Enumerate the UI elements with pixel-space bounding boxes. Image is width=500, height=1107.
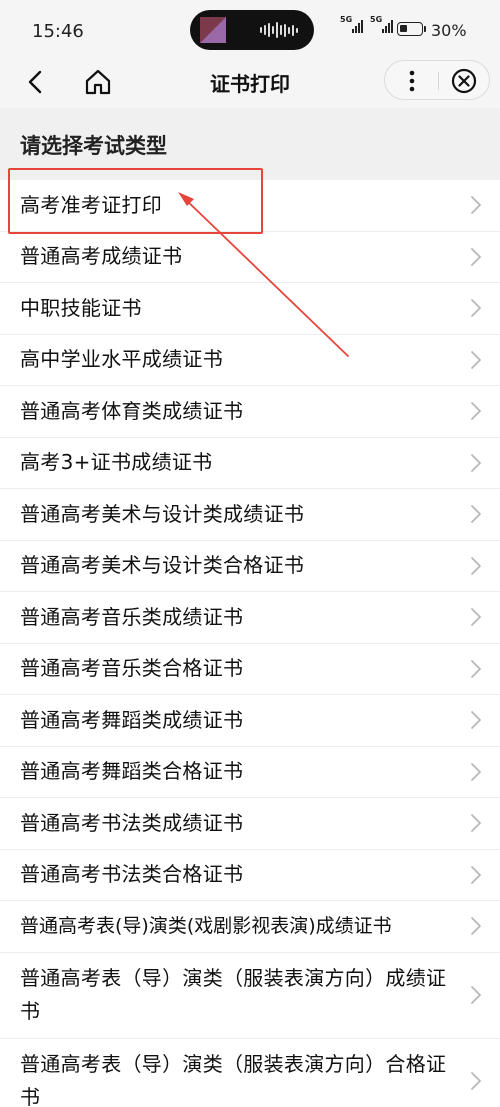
list-item[interactable]: 普通高考体育类成绩证书 [0, 386, 500, 438]
list-item-label: 高考3+证书成绩证书 [20, 450, 213, 475]
list-item-label: 普通高考表(导)演类(戏剧影视表演)成绩证书 [20, 914, 392, 937]
chevron-right-icon [471, 247, 481, 266]
list-item-gaokao-admission-ticket[interactable]: 高考准考证打印 [0, 180, 500, 232]
signal1-label: 5G [340, 15, 353, 24]
voice-call-pill[interactable] [190, 10, 314, 50]
list-item-label: 普通高考书法类成绩证书 [20, 810, 244, 835]
home-icon [85, 69, 111, 95]
voice-avatar [200, 17, 226, 43]
list-item-label: 普通高考表（导）演类（服装表演方向）成绩证书 [20, 966, 447, 1023]
chevron-right-icon [471, 917, 481, 936]
list-item[interactable]: 普通高考成绩证书 [0, 231, 500, 283]
list-item-label: 中职技能证书 [20, 295, 142, 320]
chevron-right-icon [471, 659, 481, 678]
chevron-right-icon [471, 505, 481, 524]
list-item[interactable]: 普通高考表（导）演类（服装表演方向）成绩证书 [0, 952, 500, 1039]
back-button[interactable] [20, 66, 52, 98]
chevron-right-icon [471, 196, 481, 215]
chevron-right-icon [471, 299, 481, 318]
list-item-label: 普通高考表（导）演类（服装表演方向）合格证书 [20, 1052, 447, 1107]
chevron-right-icon [471, 402, 481, 421]
chevron-right-icon [471, 556, 481, 575]
list-item[interactable]: 普通高考美术与设计类合格证书 [0, 540, 500, 592]
list-item[interactable]: 普通高考音乐类成绩证书 [0, 592, 500, 644]
section-header: 请选择考试类型 [0, 108, 500, 180]
chevron-right-icon [471, 453, 481, 472]
list-item-label: 普通高考音乐类合格证书 [20, 656, 244, 681]
audio-wave-icon [260, 22, 298, 38]
section-title: 请选择考试类型 [20, 134, 167, 158]
list-item[interactable]: 普通高考书法类合格证书 [0, 849, 500, 901]
list-item-label: 普通高考音乐类成绩证书 [20, 604, 244, 629]
list-item[interactable]: 普通高考表(导)演类(戏剧影视表演)成绩证书 [0, 901, 500, 953]
more-icon [409, 70, 415, 92]
list-item[interactable]: 普通高考书法类成绩证书 [0, 798, 500, 850]
close-button[interactable] [447, 65, 481, 97]
list-item[interactable]: 普通高考美术与设计类成绩证书 [0, 489, 500, 541]
battery-percent: 30% [431, 21, 467, 40]
list-item[interactable]: 中职技能证书 [0, 283, 500, 335]
chevron-right-icon [471, 1072, 481, 1090]
home-button[interactable] [82, 66, 114, 98]
list-item[interactable]: 高中学业水平成绩证书 [0, 334, 500, 386]
list-item[interactable]: 普通高考表（导）演类（服装表演方向）合格证书 [0, 1038, 500, 1107]
list-item[interactable]: 普通高考舞蹈类成绩证书 [0, 695, 500, 747]
list-item[interactable]: 普通高考舞蹈类合格证书 [0, 746, 500, 798]
chevron-right-icon [471, 986, 481, 1004]
close-icon [451, 68, 477, 94]
list-item-label: 普通高考美术与设计类合格证书 [20, 553, 305, 578]
signal1-icon [352, 19, 363, 33]
list-item-label: 高考准考证打印 [20, 192, 163, 217]
list-item-label: 普通高考成绩证书 [20, 244, 183, 269]
list-item-label: 普通高考书法类合格证书 [20, 862, 244, 887]
list-item-label: 普通高考美术与设计类成绩证书 [20, 501, 305, 526]
chevron-right-icon [471, 711, 481, 730]
more-button[interactable] [395, 65, 429, 97]
list-item[interactable]: 高考3+证书成绩证书 [0, 437, 500, 489]
capsule-divider [438, 72, 439, 90]
list-item-label: 高中学业水平成绩证书 [20, 347, 223, 372]
chevron-right-icon [471, 814, 481, 833]
chevron-right-icon [471, 608, 481, 627]
signal2-icon [382, 19, 393, 33]
chevron-right-icon [471, 762, 481, 781]
list-item-label: 普通高考舞蹈类合格证书 [20, 759, 244, 784]
screen: 15:46 5G 5G 30% 证书打印 请选择考试类型 高考准考证打印 普通高… [0, 0, 500, 1107]
signal2-label: 5G [370, 15, 383, 24]
back-icon [28, 70, 42, 94]
chevron-right-icon [471, 350, 481, 369]
status-bar: 15:46 5G 5G 30% [0, 0, 500, 58]
mini-program-capsule [384, 60, 490, 100]
chevron-right-icon [471, 865, 481, 884]
nav-bar: 证书打印 [0, 58, 500, 106]
status-time: 15:46 [32, 21, 84, 42]
exam-type-list: 高考准考证打印 普通高考成绩证书 中职技能证书 高中学业水平成绩证书 普通高考体… [0, 180, 500, 1107]
page-title: 证书打印 [210, 72, 290, 96]
list-item-label: 普通高考体育类成绩证书 [20, 398, 244, 423]
list-item-label: 普通高考舞蹈类成绩证书 [20, 707, 244, 732]
battery-icon [397, 22, 426, 36]
list-item[interactable]: 普通高考音乐类合格证书 [0, 643, 500, 695]
